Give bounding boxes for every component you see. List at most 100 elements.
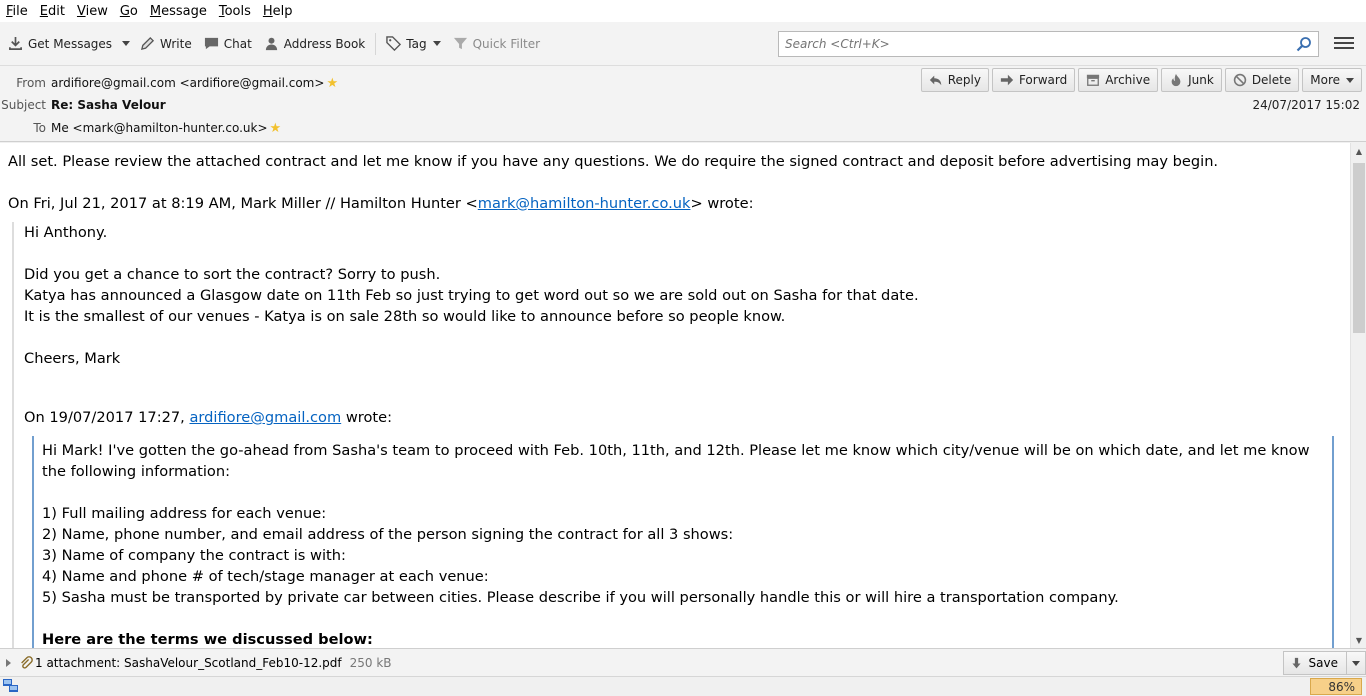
menu-tools[interactable]: Tools	[213, 4, 257, 19]
blockquote-level1: Hi Anthony. Did you get a chance to sort…	[12, 222, 1350, 648]
chevron-down-icon	[1352, 660, 1360, 666]
save-attachment-button: Save	[1282, 651, 1366, 675]
body-line: Katya has announced a Glasgow date on 11…	[24, 287, 919, 304]
save-dropdown[interactable]	[1347, 652, 1365, 674]
subject-label: Subject	[1, 98, 46, 112]
from-label: From	[16, 76, 46, 90]
app-menu-icon[interactable]	[1334, 34, 1354, 52]
to-label: To	[33, 121, 46, 135]
address-book-button[interactable]: Address Book	[258, 30, 371, 58]
vertical-scrollbar[interactable]: ▲ ▼	[1350, 143, 1366, 648]
attachment-label[interactable]: 1 attachment: SashaVelour_Scotland_Feb10…	[35, 656, 342, 670]
list-item: 4) Name and phone # of tech/stage manage…	[42, 568, 489, 585]
chat-bubble-icon	[204, 37, 218, 50]
quick-filter-button[interactable]: Quick Filter	[447, 30, 546, 58]
junk-label: Junk	[1188, 73, 1214, 87]
subject-value: Re: Sasha Velour	[51, 98, 166, 112]
reply-button[interactable]: Reply	[920, 68, 989, 92]
message-header: From ardifiore@gmail.com <ardifiore@gmai…	[0, 66, 1366, 142]
more-label: More	[1310, 73, 1340, 87]
scroll-down-icon[interactable]: ▼	[1351, 632, 1366, 648]
get-messages-dropdown[interactable]	[118, 30, 134, 58]
body-line: All set. Please review the attached cont…	[8, 153, 1219, 170]
junk-button[interactable]: Junk	[1161, 68, 1222, 92]
archive-label: Archive	[1105, 73, 1151, 87]
body-line: Hi Mark! I've gotten the go-ahead from S…	[42, 442, 1310, 480]
chevron-down-icon	[122, 41, 131, 46]
address-book-label: Address Book	[283, 36, 366, 51]
list-item: 3) Name of company the contract is with:	[42, 547, 346, 564]
person-icon	[265, 37, 277, 51]
email-link[interactable]: ardifiore@gmail.com	[189, 409, 341, 426]
menu-go[interactable]: Go	[114, 4, 144, 19]
list-item: 2) Name, phone number, and email address…	[42, 526, 734, 543]
to-value[interactable]: Me <mark@hamilton-hunter.co.uk>	[51, 121, 268, 135]
menu-bar: File Edit View Go Message Tools Help	[0, 0, 1366, 22]
forward-button[interactable]: Forward	[991, 68, 1076, 92]
online-status-icon[interactable]	[3, 679, 19, 693]
forward-label: Forward	[1018, 73, 1068, 87]
chat-button[interactable]: Chat	[198, 30, 258, 58]
attachment-bar: 1 attachment: SashaVelour_Scotland_Feb10…	[0, 648, 1366, 676]
star-icon[interactable]: ★	[270, 121, 282, 136]
menu-view[interactable]: View	[71, 4, 114, 19]
reply-arrow-icon	[929, 75, 941, 86]
from-value[interactable]: ardifiore@gmail.com <ardifiore@gmail.com…	[51, 76, 324, 90]
expand-twisty-icon[interactable]	[6, 658, 11, 667]
status-bar: 86%	[0, 676, 1366, 696]
blockquote-level2: Hi Mark! I've gotten the go-ahead from S…	[32, 436, 1334, 648]
tag-button[interactable]: Tag	[380, 30, 446, 58]
subject-row: Subject Re: Sasha Velour	[0, 95, 166, 115]
tag-icon	[386, 36, 402, 51]
menu-file[interactable]: File	[0, 4, 34, 19]
list-item: 1) Full mailing address for each venue:	[42, 505, 327, 522]
reply-label: Reply	[947, 73, 981, 87]
write-button[interactable]: Write	[134, 30, 198, 58]
flame-icon	[1171, 73, 1181, 87]
header-buttons: Reply Forward Archive Junk Delete More	[920, 68, 1362, 92]
quick-filter-label: Quick Filter	[472, 36, 541, 51]
paperclip-icon	[21, 655, 33, 669]
get-messages-button[interactable]: Get Messages	[0, 30, 118, 58]
chevron-down-icon	[1346, 77, 1354, 83]
get-messages-label: Get Messages	[28, 36, 113, 51]
list-item: 5) Sasha must be transported by private …	[42, 589, 1119, 606]
chevron-down-icon	[432, 41, 441, 46]
main-toolbar: Get Messages Write Chat Address Book Tag…	[0, 22, 1366, 66]
funnel-icon	[453, 37, 467, 50]
tag-label: Tag	[406, 36, 427, 51]
forward-arrow-icon	[1000, 74, 1014, 86]
body-line: Hi Anthony.	[24, 224, 108, 241]
delete-label: Delete	[1251, 73, 1292, 87]
star-icon[interactable]: ★	[326, 76, 338, 91]
body-line: Did you get a chance to sort the contrac…	[24, 266, 441, 283]
search-icon[interactable]	[1296, 36, 1312, 52]
body-line: Cheers, Mark	[24, 350, 121, 367]
quote-attribution: On 19/07/2017 17:27, ardifiore@gmail.com…	[24, 409, 392, 426]
menu-edit[interactable]: Edit	[34, 4, 71, 19]
more-button[interactable]: More	[1302, 68, 1362, 92]
menu-message[interactable]: Message	[144, 4, 213, 19]
save-button[interactable]: Save	[1284, 652, 1347, 674]
download-arrow-icon	[1291, 657, 1301, 668]
to-row: To Me <mark@hamilton-hunter.co.uk> ★	[0, 118, 281, 138]
save-label: Save	[1308, 656, 1338, 670]
pencil-icon	[141, 36, 155, 51]
write-label: Write	[160, 36, 192, 51]
scroll-up-icon[interactable]: ▲	[1351, 143, 1366, 159]
delete-button[interactable]: Delete	[1224, 68, 1300, 92]
archive-button[interactable]: Archive	[1078, 68, 1159, 92]
attachment-size: 250 kB	[349, 655, 392, 670]
zoom-level[interactable]: 86%	[1310, 678, 1362, 695]
toolbar-separator	[375, 32, 377, 55]
search-input[interactable]	[779, 33, 1296, 55]
body-line: It is the smallest of our venues - Katya…	[24, 308, 786, 325]
terms-heading: Here are the terms we discussed below:	[42, 631, 373, 648]
download-icon	[9, 36, 22, 50]
scrollbar-thumb[interactable]	[1353, 163, 1365, 333]
archive-box-icon	[1087, 74, 1100, 86]
message-date: 24/07/2017 15:02	[1252, 98, 1360, 112]
email-link[interactable]: mark@hamilton-hunter.co.uk	[478, 195, 691, 212]
from-row: From ardifiore@gmail.com <ardifiore@gmai…	[0, 73, 338, 93]
menu-help[interactable]: Help	[257, 4, 299, 19]
